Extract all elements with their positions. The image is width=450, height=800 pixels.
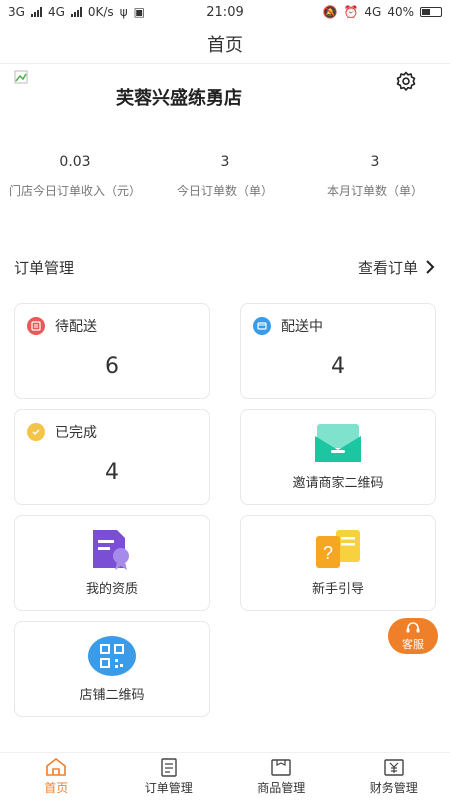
- tab-label: 订单管理: [144, 781, 193, 795]
- stat-today-income: 0.03 门店今日订单收入（元）: [0, 150, 150, 199]
- store-name: 芙蓉兴盛练勇店: [116, 88, 242, 109]
- card-icon-wrap: [241, 422, 435, 466]
- goods-icon: [271, 759, 291, 776]
- card-label: 新手引导: [311, 582, 364, 597]
- chevron-right-icon: [426, 260, 435, 274]
- invite-merchant-qr-card[interactable]: 邀请商家二维码: [240, 409, 436, 505]
- stat-month-orders: 3 本月订单数（单）: [300, 150, 450, 199]
- stats-row: 0.03 门店今日订单收入（元） 3 今日订单数（单） 3 本月订单数（单）: [0, 150, 450, 199]
- broken-image-icon: [14, 70, 28, 84]
- stat-value: 3: [370, 154, 380, 170]
- card-label: 已完成: [55, 425, 97, 441]
- tab-goods-management[interactable]: 商品管理: [225, 753, 338, 800]
- bottom-tab-bar: 首页 订单管理 商品管理 财务管理: [0, 752, 450, 800]
- customer-service-label: 客服: [402, 638, 424, 651]
- stat-label: 门店今日订单收入（元）: [8, 184, 141, 198]
- card-head: 配送中: [253, 316, 323, 336]
- completed-card[interactable]: 已完成 4: [14, 409, 210, 505]
- view-orders-link[interactable]: 查看订单: [358, 257, 436, 278]
- tab-home[interactable]: 首页: [0, 753, 113, 800]
- card-label: 待配送: [55, 319, 97, 335]
- completed-icon: [27, 423, 45, 441]
- order-management-title: 订单管理: [14, 258, 75, 277]
- stat-value: 0.03: [59, 154, 91, 170]
- pending-delivery-icon: [27, 317, 45, 335]
- store-avatar[interactable]: [14, 70, 94, 126]
- mail-icon: [315, 424, 361, 462]
- order-management-row: 订单管理 查看订单: [0, 252, 450, 282]
- my-qualification-card[interactable]: 我的资质: [14, 515, 210, 611]
- pending-delivery-card[interactable]: 待配送 6: [14, 303, 210, 399]
- headset-icon: [406, 622, 420, 633]
- title-bar: 首页: [0, 24, 450, 64]
- card-count: 4: [331, 354, 345, 379]
- settings-icon[interactable]: [394, 70, 418, 94]
- stat-label: 本月订单数（单）: [326, 184, 423, 198]
- card-count: 6: [105, 354, 119, 379]
- stat-today-orders: 3 今日订单数（单）: [150, 150, 300, 199]
- customer-service-button[interactable]: 客服: [388, 618, 438, 654]
- card-head: 已完成: [27, 422, 97, 442]
- tab-label: 首页: [44, 781, 69, 795]
- stat-value: 3: [220, 154, 230, 170]
- tab-label: 商品管理: [257, 781, 306, 795]
- card-icon-wrap: ?: [241, 528, 435, 572]
- home-icon: [46, 757, 67, 776]
- card-label: 我的资质: [85, 582, 138, 597]
- card-label: 店铺二维码: [79, 688, 145, 703]
- card-count: 4: [105, 460, 119, 485]
- card-icon-wrap: [15, 528, 209, 572]
- view-orders-label: 查看订单: [357, 258, 418, 277]
- card-label: 配送中: [281, 319, 323, 335]
- card-head: 待配送: [27, 316, 97, 336]
- status-bar: 3G 4G 0K/s ψ ▣ 21:09 🔕 ⏰ 4G 40%: [0, 0, 450, 24]
- tab-label: 财务管理: [369, 781, 418, 795]
- tab-order-management[interactable]: 订单管理: [113, 753, 226, 800]
- card-icon-wrap: [15, 634, 209, 678]
- store-qr-card[interactable]: 店铺二维码: [14, 621, 210, 717]
- battery-icon: [420, 7, 442, 17]
- delivering-card[interactable]: 配送中 4: [240, 303, 436, 399]
- finance-icon: [384, 759, 404, 776]
- certificate-icon: [93, 530, 129, 570]
- svg-text:?: ?: [323, 543, 333, 563]
- orders-icon: [161, 758, 177, 777]
- card-label: 邀请商家二维码: [292, 476, 384, 491]
- guide-question-icon: ?: [316, 530, 360, 568]
- tab-finance-management[interactable]: 财务管理: [338, 753, 450, 800]
- delivering-icon: [253, 317, 271, 335]
- stat-label: 今日订单数（单）: [176, 184, 273, 198]
- page-title: 首页: [207, 34, 243, 56]
- beginner-guide-card[interactable]: ? 新手引导: [240, 515, 436, 611]
- status-time: 21:09: [206, 4, 244, 20]
- qr-code-icon: [88, 636, 136, 676]
